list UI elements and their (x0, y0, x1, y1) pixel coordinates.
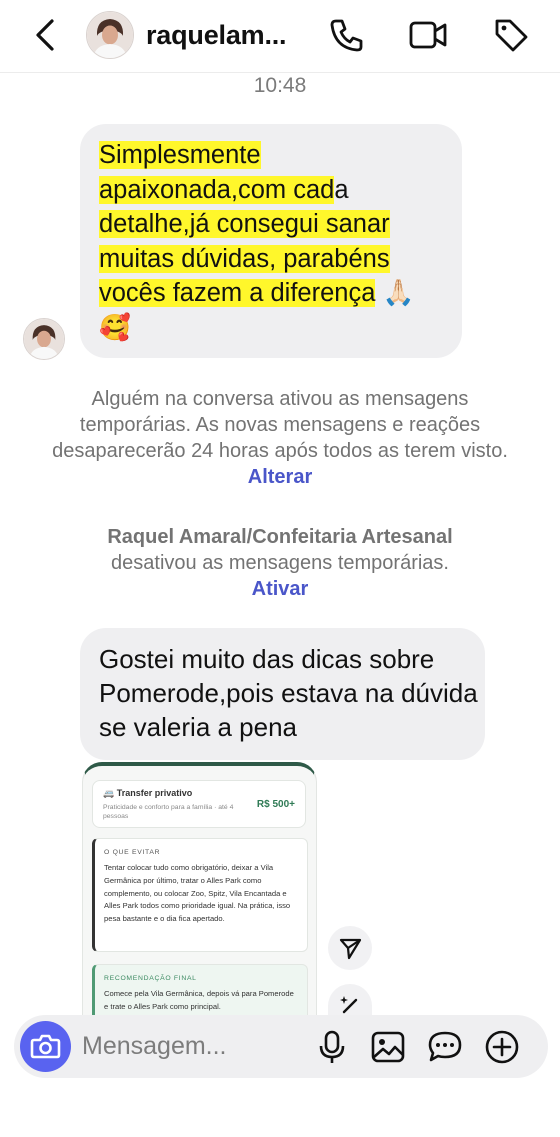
back-chevron-icon[interactable] (30, 16, 64, 54)
avoid-text: Tentar colocar tudo como obrigatório, de… (104, 863, 291, 924)
sparkle-pen-icon (340, 996, 358, 1014)
recommendation-label: RECOMENDAÇÃO FINAL (104, 975, 197, 982)
message-text-2: Gostei muito das dicas sobre Pomerode,po… (99, 644, 478, 742)
chat-bubble-icon[interactable] (427, 1029, 463, 1065)
ephemeral-disabled-notice: Raquel Amaral/Confeitaria Artesanal desa… (107, 526, 453, 600)
change-link[interactable]: Alterar (248, 466, 312, 488)
send-icon (339, 938, 362, 960)
microphone-icon[interactable] (314, 1029, 350, 1065)
message-timestamp: 10:48 (253, 74, 307, 97)
tag-icon[interactable] (491, 15, 531, 55)
plus-icon[interactable] (484, 1029, 520, 1065)
smiling-hearts-emoji: 🥰 (99, 313, 131, 342)
transfer-price: R$ 500+ (256, 799, 295, 810)
message-bubble-1[interactable]: Simplesmente apaixonada,com cada detalhe… (80, 124, 462, 358)
message-input[interactable]: Mensagem... (82, 1032, 227, 1061)
profile-avatar[interactable] (86, 11, 134, 59)
avoid-label: O QUE EVITAR (104, 849, 161, 856)
notice-author: Raquel Amaral/Confeitaria Artesanal (107, 526, 453, 548)
transfer-card: 🚐 Transfer privativo Praticidade e confo… (92, 780, 306, 828)
transfer-title: 🚐 Transfer privativo (103, 788, 193, 798)
chat-username[interactable]: raquelam... (146, 20, 287, 51)
ephemeral-messages-notice: Alguém na conversa ativou as mensagens t… (52, 388, 508, 488)
message-bubble-2[interactable]: Gostei muito das dicas sobre Pomerode,po… (80, 628, 485, 760)
transfer-subtitle: Praticidade e conforto para a família · … (103, 804, 234, 820)
image-attachment[interactable]: 🚐 Transfer privativo Praticidade e confo… (82, 762, 317, 1027)
sender-avatar[interactable] (23, 318, 65, 360)
message-composer: Mensagem... (14, 1015, 548, 1078)
share-button[interactable] (328, 926, 372, 970)
chat-header: raquelam... (0, 0, 560, 73)
image-icon[interactable] (370, 1029, 406, 1065)
camera-button[interactable] (20, 1021, 71, 1072)
message-text-1: Simplesmente apaixonada,com cada detalhe… (99, 141, 415, 342)
recommendation-text: Comece pela Vila Germânica, depois vá pa… (104, 989, 294, 1011)
activate-link[interactable]: Ativar (252, 578, 309, 600)
ai-edit-button[interactable] (328, 984, 372, 1016)
praying-hands-emoji: 🙏🏻 (382, 279, 415, 307)
camera-icon (30, 1034, 61, 1059)
avoid-card: O QUE EVITAR Tentar colocar tudo como ob… (92, 838, 308, 952)
video-camera-icon[interactable] (408, 15, 448, 55)
phone-icon[interactable] (327, 15, 367, 55)
